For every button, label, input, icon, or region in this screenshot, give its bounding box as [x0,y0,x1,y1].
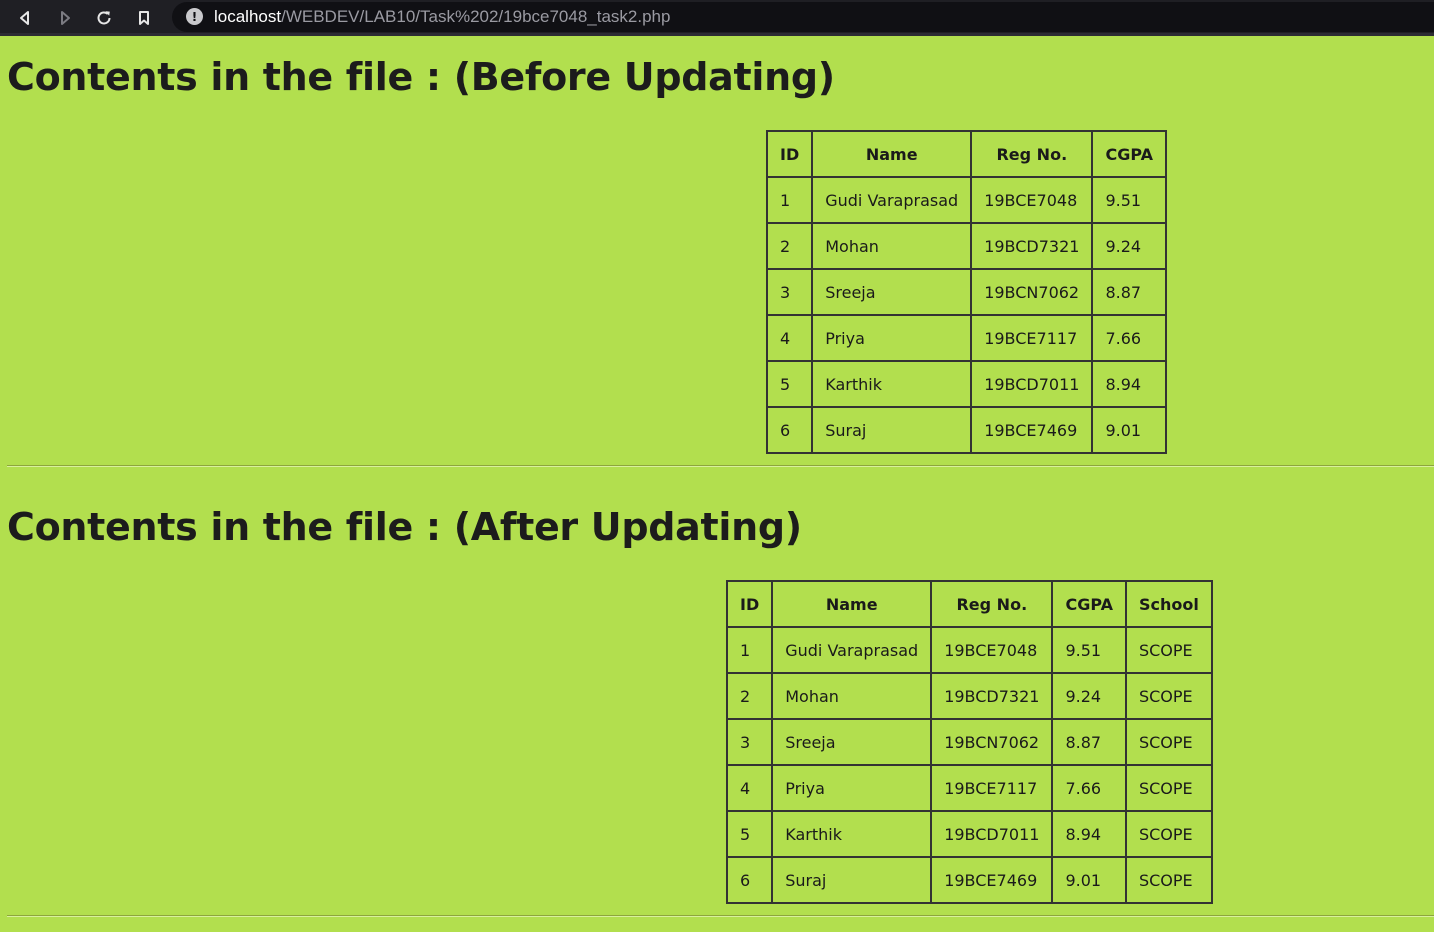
forward-icon [61,11,70,25]
cell-name: Sreeja [812,269,972,315]
horizontal-rule [7,915,1434,917]
cell-name: Mohan [772,673,932,719]
cell-id: 1 [727,627,773,673]
cell-reg-no: 19BCE7469 [971,407,1093,453]
cell-id: 1 [767,177,813,223]
cell-school: SCOPE [1125,673,1212,719]
table-row: 4 Priya 19BCE7117 7.66 SCOPE [727,765,1212,811]
cell-id: 5 [767,361,813,407]
table-row: 4 Priya 19BCE7117 7.66 [767,315,1166,361]
before-updating-heading: Contents in the file : (Before Updating) [7,55,835,99]
cell-name: Gudi Varaprasad [772,627,932,673]
table-header-row: ID Name Reg No. CGPA School [727,581,1212,627]
cell-reg-no: 19BCE7117 [931,765,1053,811]
forward-button[interactable] [52,5,78,31]
bookmark-icon [139,11,149,25]
cell-name: Priya [812,315,972,361]
cell-id: 3 [727,719,773,765]
reload-button[interactable] [91,5,117,31]
bookmark-button[interactable] [131,5,157,31]
column-header-name: Name [772,581,932,627]
cell-reg-no: 19BCN7062 [971,269,1093,315]
cell-name: Mohan [812,223,972,269]
cell-id: 4 [767,315,813,361]
cell-reg-no: 19BCD7321 [971,223,1093,269]
after-updating-table: ID Name Reg No. CGPA School 1 Gudi Varaprasad… [726,580,1213,904]
cell-reg-no: 19BCE7469 [931,857,1053,903]
cell-reg-no: 19BCE7117 [971,315,1093,361]
cell-reg-no: 19BCD7321 [931,673,1053,719]
cell-id: 2 [727,673,773,719]
back-button[interactable] [12,5,38,31]
reload-icon [97,11,111,25]
cell-cgpa: 7.66 [1052,765,1126,811]
cell-id: 6 [767,407,813,453]
cell-reg-no: 19BCN7062 [931,719,1053,765]
browser-toolbar: ! localhost/WEBDEV/LAB10/Task%202/19bce7… [0,0,1434,36]
cell-cgpa: 7.66 [1092,315,1166,361]
column-header-reg-no: Reg No. [971,131,1093,177]
cell-cgpa: 8.94 [1052,811,1126,857]
cell-id: 4 [727,765,773,811]
table-row: 5 Karthik 19BCD7011 8.94 [767,361,1166,407]
cell-cgpa: 8.94 [1092,361,1166,407]
before-updating-table: ID Name Reg No. CGPA 1 Gudi Varaprasad 19BCE7… [766,130,1167,454]
table-row: 6 Suraj 19BCE7469 9.01 [767,407,1166,453]
table-header-row: ID Name Reg No. CGPA [767,131,1166,177]
cell-name: Karthik [812,361,972,407]
url-host: localhost [214,7,282,26]
cell-cgpa: 8.87 [1052,719,1126,765]
cell-cgpa: 9.51 [1052,627,1126,673]
cell-school: SCOPE [1125,627,1212,673]
cell-name: Sreeja [772,719,932,765]
cell-school: SCOPE [1125,811,1212,857]
cell-school: SCOPE [1125,857,1212,903]
address-bar[interactable]: ! localhost/WEBDEV/LAB10/Task%202/19bce7… [172,2,1434,32]
column-header-name: Name [812,131,972,177]
cell-cgpa: 9.01 [1092,407,1166,453]
table-row: 3 Sreeja 19BCN7062 8.87 SCOPE [727,719,1212,765]
cell-cgpa: 9.24 [1052,673,1126,719]
back-icon [20,11,29,25]
table-row: 1 Gudi Varaprasad 19BCE7048 9.51 [767,177,1166,223]
cell-cgpa: 9.01 [1052,857,1126,903]
cell-id: 2 [767,223,813,269]
column-header-cgpa: CGPA [1052,581,1126,627]
table-row: 2 Mohan 19BCD7321 9.24 SCOPE [727,673,1212,719]
cell-reg-no: 19BCE7048 [931,627,1053,673]
column-header-id: ID [727,581,773,627]
table-row: 2 Mohan 19BCD7321 9.24 [767,223,1166,269]
cell-cgpa: 9.24 [1092,223,1166,269]
url-path: /WEBDEV/LAB10/Task%202/19bce7048_task2.p… [281,7,671,26]
table-row: 6 Suraj 19BCE7469 9.01 SCOPE [727,857,1212,903]
cell-reg-no: 19BCE7048 [971,177,1093,223]
info-icon[interactable]: ! [186,8,203,25]
cell-reg-no: 19BCD7011 [971,361,1093,407]
cell-school: SCOPE [1125,719,1212,765]
cell-name: Priya [772,765,932,811]
table-row: 3 Sreeja 19BCN7062 8.87 [767,269,1166,315]
cell-school: SCOPE [1125,765,1212,811]
column-header-cgpa: CGPA [1092,131,1166,177]
cell-id: 5 [727,811,773,857]
cell-cgpa: 9.51 [1092,177,1166,223]
table-row: 1 Gudi Varaprasad 19BCE7048 9.51 SCOPE [727,627,1212,673]
cell-id: 6 [727,857,773,903]
cell-name: Karthik [772,811,932,857]
cell-name: Gudi Varaprasad [812,177,972,223]
column-header-reg-no: Reg No. [931,581,1053,627]
cell-cgpa: 8.87 [1092,269,1166,315]
cell-name: Suraj [772,857,932,903]
table-row: 5 Karthik 19BCD7011 8.94 SCOPE [727,811,1212,857]
horizontal-rule [7,465,1434,467]
url-text: localhost/WEBDEV/LAB10/Task%202/19bce704… [214,7,670,27]
cell-name: Suraj [812,407,972,453]
after-updating-heading: Contents in the file : (After Updating) [7,505,802,549]
column-header-id: ID [767,131,813,177]
cell-id: 3 [767,269,813,315]
column-header-school: School [1125,581,1212,627]
cell-reg-no: 19BCD7011 [931,811,1053,857]
